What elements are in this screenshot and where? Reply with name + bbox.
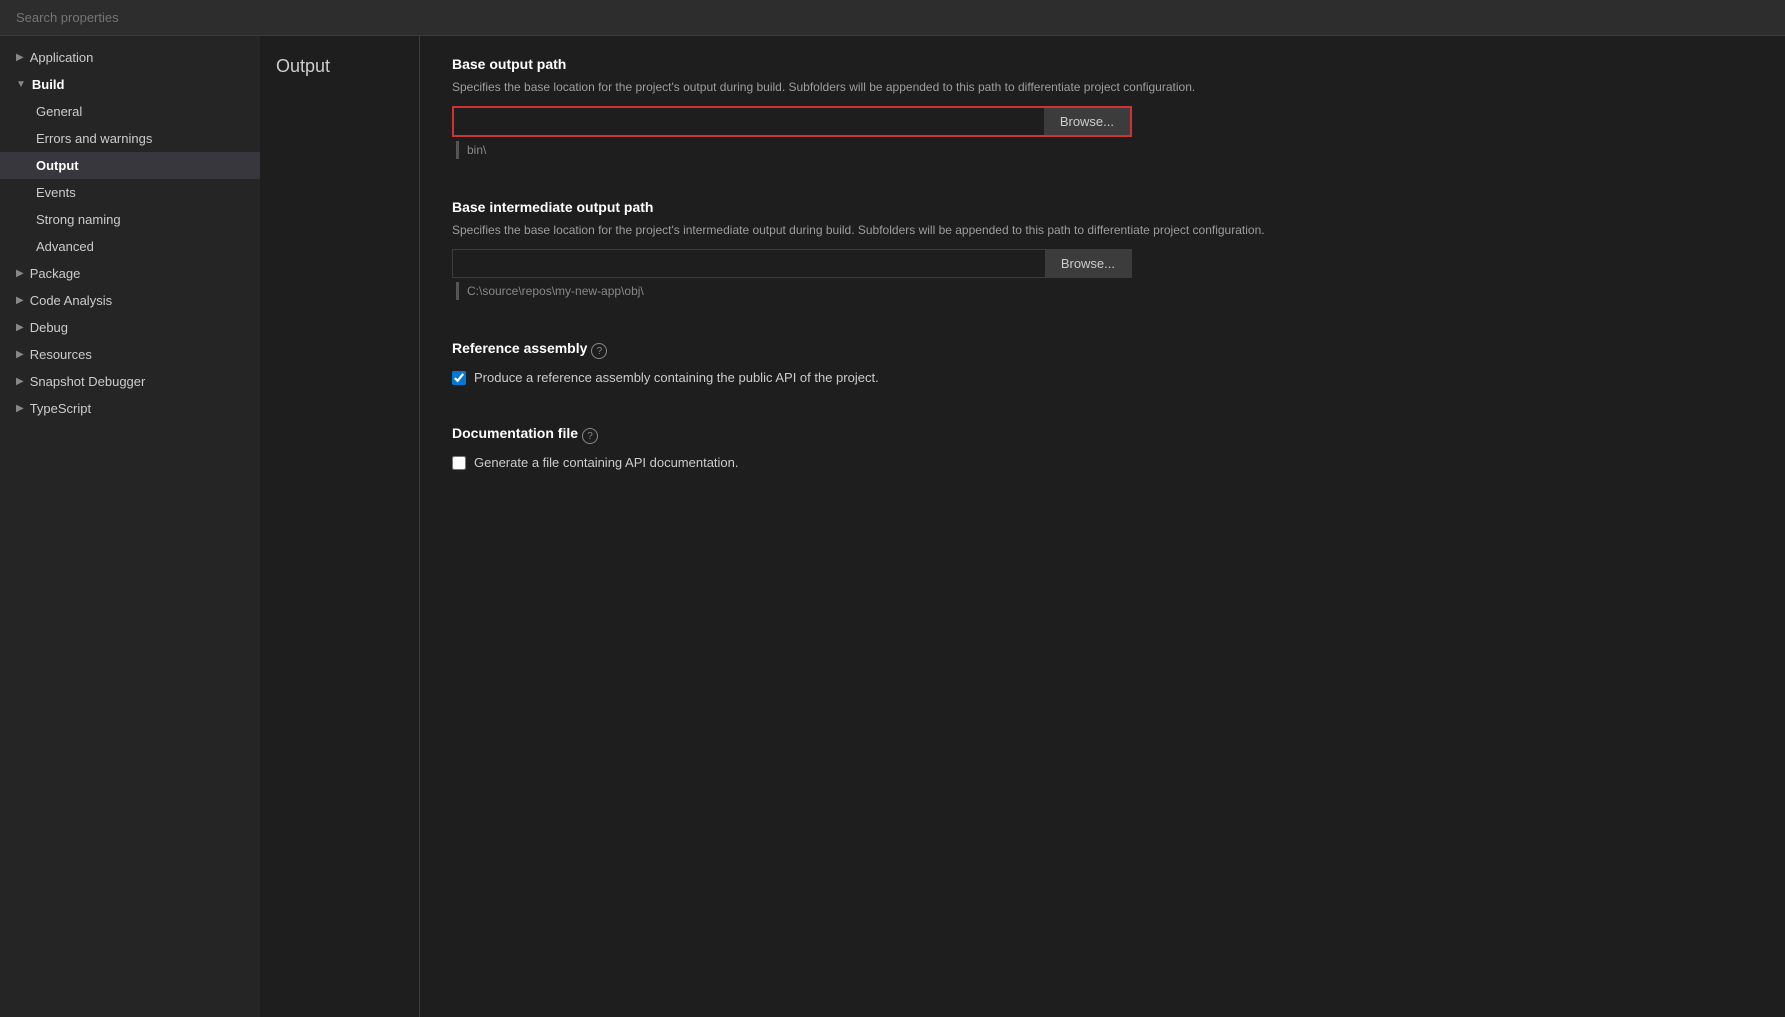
search-input[interactable] (16, 10, 1769, 25)
sidebar-item-label: Snapshot Debugger (30, 374, 146, 389)
main-layout: ▶ Application ▼ Build General Errors and… (0, 36, 1785, 1017)
reference-assembly-label: Reference assembly (452, 340, 587, 356)
sidebar-item-label: TypeScript (30, 401, 91, 416)
section-title: Output (276, 56, 403, 77)
base-intermediate-output-path-input[interactable]: obj\ (453, 250, 1045, 277)
base-intermediate-output-path-description: Specifies the base location for the proj… (452, 221, 1753, 239)
sidebar-item-build-errors[interactable]: Errors and warnings (0, 125, 260, 152)
sidebar-child-label: General (36, 104, 82, 119)
base-output-path-label: Base output path (452, 56, 1753, 72)
sidebar-item-build-advanced[interactable]: Advanced (0, 233, 260, 260)
sidebar-item-typescript[interactable]: ▶ TypeScript (0, 395, 260, 422)
base-intermediate-output-path-hint: C:\source\repos\my-new-app\obj\ (467, 284, 644, 298)
documentation-file-label: Documentation file (452, 425, 578, 441)
base-output-path-section: Base output path Specifies the base loca… (452, 56, 1753, 159)
sidebar-child-label: Advanced (36, 239, 94, 254)
section-panel: Output (260, 36, 420, 1017)
documentation-file-checkbox-row: Generate a file containing API documenta… (452, 455, 1753, 470)
chevron-right-icon: ▶ (16, 349, 24, 360)
documentation-file-checkbox[interactable] (452, 456, 466, 470)
sidebar-item-label: Resources (30, 347, 92, 362)
sidebar-item-label: Application (30, 50, 94, 65)
chevron-right-icon: ▶ (16, 376, 24, 387)
base-output-path-hint-row: bin\ (452, 141, 1753, 159)
base-output-path-description: Specifies the base location for the proj… (452, 78, 1753, 96)
sidebar-item-snapshot-debugger[interactable]: ▶ Snapshot Debugger (0, 368, 260, 395)
sidebar-child-label: Events (36, 185, 76, 200)
chevron-right-icon: ▶ (16, 268, 24, 279)
documentation-file-section: Documentation file ? Generate a file con… (452, 425, 1753, 470)
chevron-right-icon: ▶ (16, 403, 24, 414)
sidebar-item-build-output[interactable]: Output (0, 152, 260, 179)
reference-assembly-checkbox-label: Produce a reference assembly containing … (474, 370, 879, 385)
documentation-file-checkbox-label: Generate a file containing API documenta… (474, 455, 739, 470)
base-intermediate-output-path-input-row: obj\ Browse... (452, 249, 1132, 278)
documentation-file-label-row: Documentation file ? (452, 425, 1753, 447)
sidebar-item-label: Code Analysis (30, 293, 112, 308)
base-output-path-hint: bin\ (467, 143, 486, 157)
base-output-path-browse-button[interactable]: Browse... (1044, 108, 1130, 135)
main-content: Base output path Specifies the base loca… (420, 36, 1785, 1017)
content-area: Output Base output path Specifies the ba… (260, 36, 1785, 1017)
sidebar: ▶ Application ▼ Build General Errors and… (0, 36, 260, 1017)
reference-assembly-help-icon[interactable]: ? (591, 343, 607, 359)
base-intermediate-output-path-section: Base intermediate output path Specifies … (452, 199, 1753, 300)
sidebar-item-resources[interactable]: ▶ Resources (0, 341, 260, 368)
search-bar (0, 0, 1785, 36)
chevron-right-icon: ▶ (16, 295, 24, 306)
documentation-file-help-icon[interactable]: ? (582, 428, 598, 444)
sidebar-item-build-general[interactable]: General (0, 98, 260, 125)
base-intermediate-output-path-label: Base intermediate output path (452, 199, 1753, 215)
base-output-path-input[interactable]: my-bin\ (454, 108, 1044, 135)
base-intermediate-output-path-hint-row: C:\source\repos\my-new-app\obj\ (452, 282, 1753, 300)
sidebar-item-label: Package (30, 266, 81, 281)
reference-assembly-section: Reference assembly ? Produce a reference… (452, 340, 1753, 385)
reference-assembly-checkbox-row: Produce a reference assembly containing … (452, 370, 1753, 385)
sidebar-child-label: Output (36, 158, 79, 173)
sidebar-item-package[interactable]: ▶ Package (0, 260, 260, 287)
reference-assembly-label-row: Reference assembly ? (452, 340, 1753, 362)
chevron-right-icon: ▶ (16, 322, 24, 333)
base-intermediate-output-path-browse-button[interactable]: Browse... (1045, 250, 1131, 277)
sidebar-item-label: Build (32, 77, 65, 92)
sidebar-item-code-analysis[interactable]: ▶ Code Analysis (0, 287, 260, 314)
sidebar-child-label: Errors and warnings (36, 131, 152, 146)
chevron-right-icon: ▶ (16, 52, 24, 63)
sidebar-item-label: Debug (30, 320, 68, 335)
reference-assembly-checkbox[interactable] (452, 371, 466, 385)
sidebar-item-debug[interactable]: ▶ Debug (0, 314, 260, 341)
base-output-path-input-row: my-bin\ Browse... (452, 106, 1132, 137)
chevron-down-icon: ▼ (16, 79, 26, 90)
sidebar-item-build-events[interactable]: Events (0, 179, 260, 206)
hint-bar-2 (456, 282, 459, 300)
sidebar-item-build[interactable]: ▼ Build (0, 71, 260, 98)
sidebar-item-build-strong[interactable]: Strong naming (0, 206, 260, 233)
sidebar-child-label: Strong naming (36, 212, 121, 227)
hint-bar (456, 141, 459, 159)
sidebar-item-application[interactable]: ▶ Application (0, 44, 260, 71)
